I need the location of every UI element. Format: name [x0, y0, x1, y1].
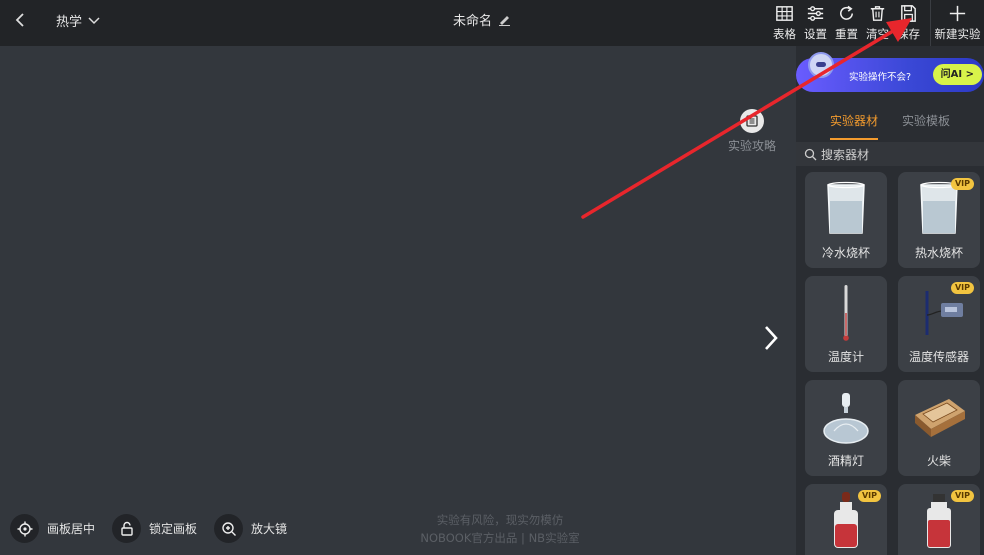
experiment-title[interactable]: 未命名 [453, 10, 511, 29]
equipment-name: 酒精灯 [827, 454, 864, 468]
robot-icon [808, 52, 834, 78]
guide-icon [740, 109, 764, 133]
beaker-icon [816, 178, 876, 240]
target-icon [10, 514, 39, 543]
vip-badge: VIP [950, 178, 974, 190]
equipment-card-alcohol-lamp[interactable]: 酒精灯 [805, 380, 887, 476]
equipment-card-dropper-bottle[interactable]: VIP [805, 484, 887, 555]
alcohol-lamp-icon [816, 386, 876, 448]
tab-equipment[interactable]: 实验器材 [829, 112, 878, 140]
sliders-icon [807, 6, 824, 21]
experiment-guide-button[interactable]: 实验攻略 [724, 109, 780, 154]
vip-badge: VIP [950, 282, 974, 294]
chevron-left-icon [15, 13, 24, 27]
clear-label: 清空 [866, 27, 889, 41]
title-text: 未命名 [453, 14, 493, 29]
watermark-line2: NOBOOK官方出品 | NB实验室 [420, 531, 580, 545]
reset-button[interactable]: 重置 [831, 0, 862, 46]
equipment-card-temperature-sensor[interactable]: VIP 温度传感器 [898, 276, 980, 372]
subject-dropdown[interactable]: 热学 [56, 11, 100, 30]
save-button[interactable]: 保存 [893, 0, 924, 46]
lock-canvas-label: 锁定画板 [149, 522, 198, 536]
ask-ai-banner[interactable]: 实验操作不会? 问AI > [796, 52, 984, 92]
back-button[interactable] [8, 8, 32, 32]
equipment-card-matches[interactable]: 火柴 [898, 380, 980, 476]
search-input[interactable]: 搜索器材 [796, 142, 984, 166]
expand-panel-button[interactable] [762, 323, 780, 362]
equipment-card-reagent-bottle[interactable]: VIP [898, 484, 980, 555]
equipment-name: 温度传感器 [908, 350, 969, 364]
clear-button[interactable]: 清空 [862, 0, 893, 46]
settings-button[interactable]: 设置 [800, 0, 831, 46]
equipment-card-hot-beaker[interactable]: VIP 热水烧杯 [898, 172, 980, 268]
ask-ai-button[interactable]: 问AI > [932, 64, 982, 85]
top-bar: 热学 未命名 表格 设置 重置 清空 保存 新建实验 [0, 0, 984, 46]
center-canvas-button[interactable]: 画板居中 [10, 514, 95, 543]
equipment-grid: 冷水烧杯 VIP 热水烧杯 温度计 VIP 温度传感器 酒精灯 火柴 VIP V… [805, 172, 981, 555]
experiment-canvas[interactable]: 实验攻略 实验有风险，现实勿模仿 NOBOOK官方出品 | NB实验室 画板居中… [0, 46, 796, 555]
equipment-name: 温度计 [827, 350, 864, 364]
new-experiment-label: 新建实验 [934, 27, 981, 41]
pencil-icon [499, 16, 511, 26]
table-button[interactable]: 表格 [769, 0, 800, 46]
plus-icon [949, 5, 966, 22]
lock-icon [112, 514, 142, 543]
new-experiment-button[interactable]: 新建实验 [930, 0, 984, 46]
save-icon [901, 5, 916, 22]
equipment-name: 热水烧杯 [914, 246, 963, 260]
thermometer-icon [816, 282, 876, 344]
equipment-panel: 实验操作不会? 问AI > 实验器材 实验模板 搜索器材 冷水烧杯 VIP 热水… [796, 46, 984, 555]
panel-tabs: 实验器材 实验模板 [796, 112, 984, 140]
vip-badge: VIP [950, 490, 974, 502]
save-label: 保存 [897, 27, 920, 41]
zoom-in-icon [214, 514, 244, 543]
trash-icon [870, 6, 885, 21]
table-icon [776, 6, 793, 21]
ai-banner-text: 实验操作不会? [849, 72, 912, 83]
equipment-card-cold-beaker[interactable]: 冷水烧杯 [805, 172, 887, 268]
matchbox-icon [909, 386, 969, 448]
table-label: 表格 [773, 27, 796, 41]
equipment-name: 火柴 [926, 454, 951, 468]
chevron-right-icon [765, 326, 778, 350]
lock-canvas-button[interactable]: 锁定画板 [112, 514, 197, 543]
canvas-controls: 画板居中 锁定画板 放大镜 [10, 514, 287, 543]
settings-label: 设置 [804, 27, 827, 41]
search-icon [804, 148, 817, 160]
chevron-down-icon [88, 16, 100, 24]
center-canvas-label: 画板居中 [47, 522, 96, 536]
magnifier-button[interactable]: 放大镜 [214, 514, 287, 543]
equipment-card-thermometer[interactable]: 温度计 [805, 276, 887, 372]
magnifier-label: 放大镜 [251, 522, 288, 536]
subject-label: 热学 [56, 15, 83, 30]
vip-badge: VIP [857, 490, 881, 502]
search-placeholder: 搜索器材 [821, 147, 870, 162]
toolbar: 表格 设置 重置 清空 保存 新建实验 [769, 0, 984, 46]
equipment-name: 冷水烧杯 [821, 246, 870, 260]
app-window: 热学 未命名 表格 设置 重置 清空 保存 新建实验 实验攻略 实验有风险，现实… [0, 0, 984, 555]
guide-label: 实验攻略 [727, 139, 776, 153]
watermark: 实验有风险，现实勿模仿 NOBOOK官方出品 | NB实验室 [380, 511, 620, 547]
reset-icon [840, 5, 853, 20]
watermark-line1: 实验有风险，现实勿模仿 [436, 513, 564, 527]
tab-templates[interactable]: 实验模板 [902, 112, 950, 140]
reset-label: 重置 [835, 27, 858, 41]
